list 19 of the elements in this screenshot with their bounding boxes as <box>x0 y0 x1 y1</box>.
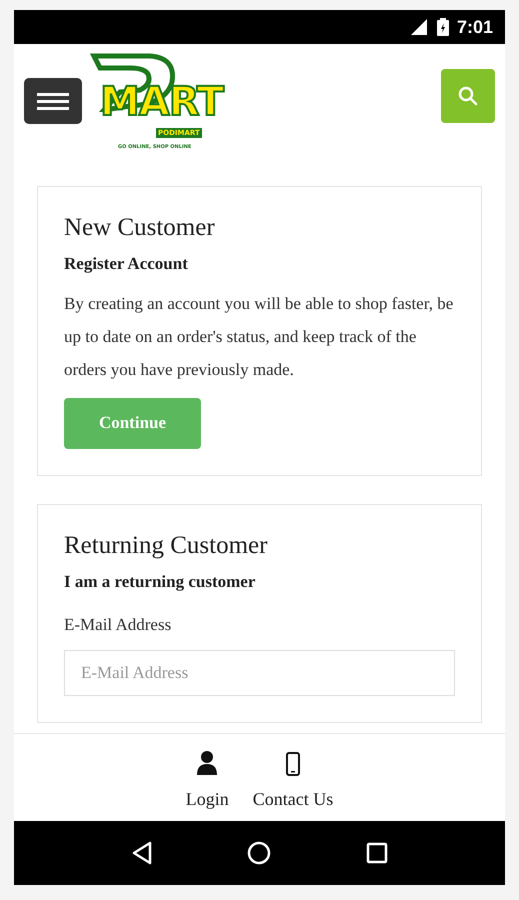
nav-item[interactable]: Login <box>184 748 231 821</box>
signal-icon <box>408 18 429 36</box>
search-icon <box>458 86 478 106</box>
description-text: By creating an account you will be able to shop faster, be up to date on an order's status, and keep track of the orders you have previously made. <box>64 292 454 381</box>
section-title: Returning Customer <box>64 530 268 560</box>
home-icon[interactable] <box>247 841 272 865</box>
menu-button[interactable] <box>24 78 82 124</box>
clock-text: 7:01 <box>456 16 493 38</box>
email-field[interactable]: E-Mail Address <box>64 650 455 696</box>
back-icon[interactable] <box>131 841 154 865</box>
battery-icon <box>436 18 449 36</box>
section-title: New Customer <box>64 213 216 243</box>
phone-icon <box>286 752 300 776</box>
user-icon <box>196 750 218 776</box>
section-subtitle: I am a returning customer <box>64 570 256 593</box>
section-subtitle: Register Account <box>64 253 189 275</box>
field-label: E-Mail Address <box>64 614 172 636</box>
nav-item[interactable]: Contact Us <box>250 748 336 821</box>
recents-icon[interactable] <box>366 842 388 864</box>
